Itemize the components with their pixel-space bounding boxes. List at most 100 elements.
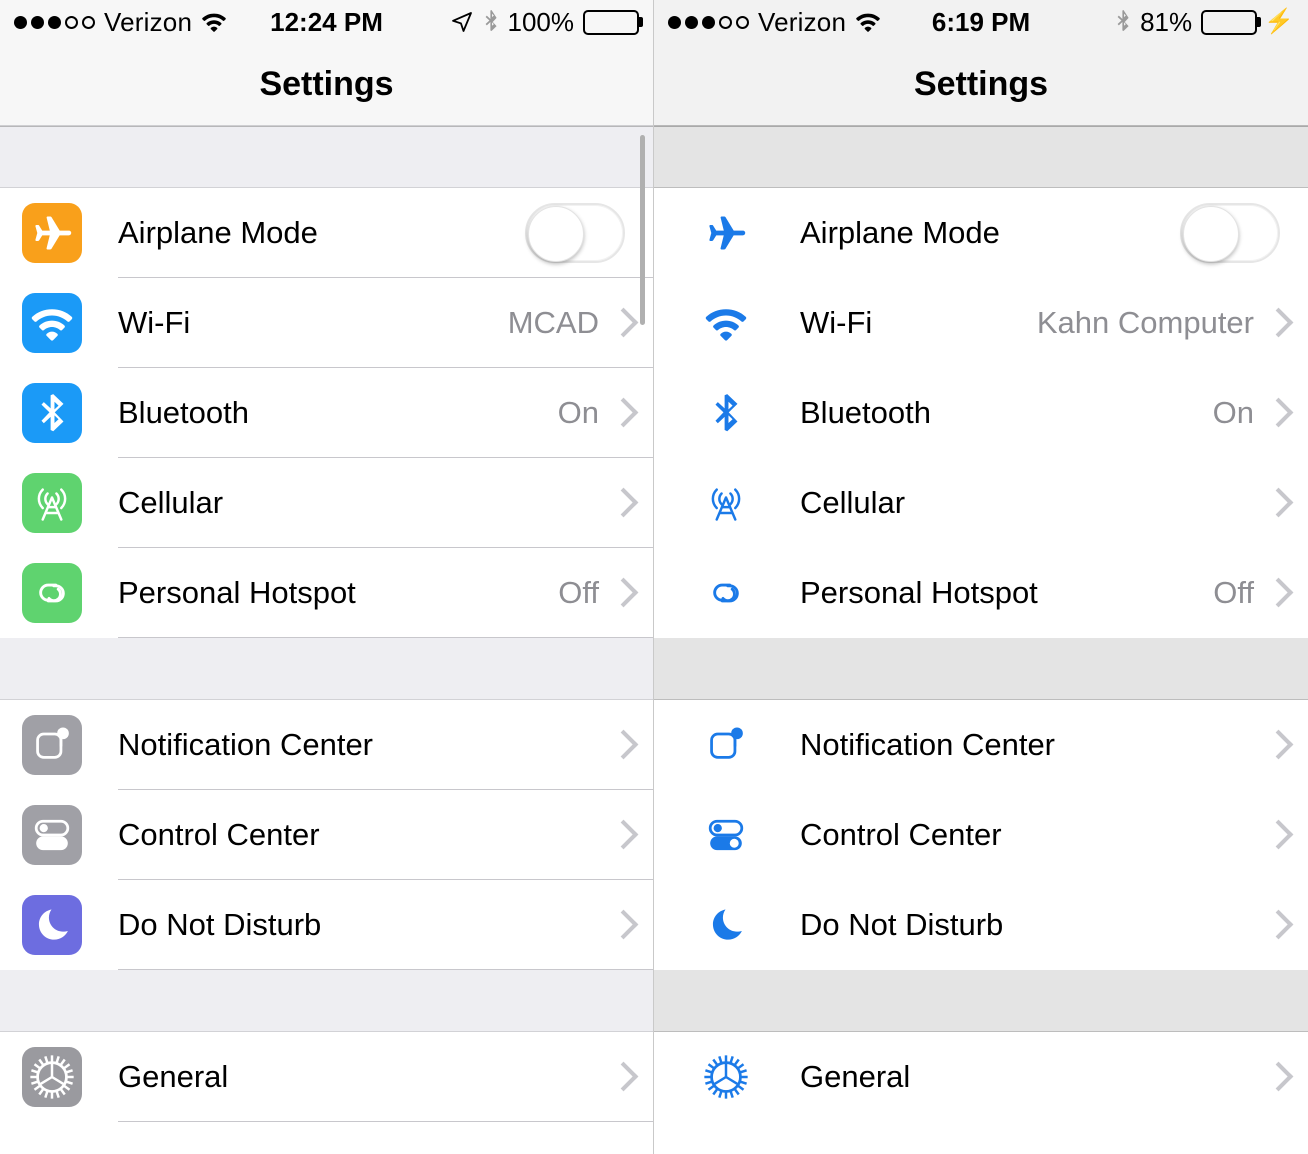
cellular-icon (22, 473, 82, 533)
signal-strength-dots (668, 15, 749, 29)
airplane-icon (684, 203, 768, 263)
settings-row-airplane-mode[interactable]: Airplane Mode (654, 188, 1308, 278)
carrier-name: Verizon (104, 6, 193, 37)
gear-icon (684, 1047, 768, 1107)
signal-dot-filled (48, 15, 61, 29)
hotspot-icon (684, 563, 768, 623)
chevron-right-icon (613, 489, 629, 517)
row-label: Notification Center (118, 727, 374, 762)
settings-row-control-center[interactable]: Control Center (654, 790, 1308, 880)
battery-icon (583, 9, 639, 35)
control-center-icon (684, 805, 768, 865)
gear-icon (22, 1047, 82, 1107)
row-label: Wi-Fi (118, 305, 191, 340)
row-label: Notification Center (800, 727, 1056, 762)
row-separator (118, 1121, 653, 1122)
wifi-status-icon (855, 12, 881, 32)
row-label: Do Not Disturb (118, 907, 322, 942)
bluetooth-status-icon (483, 9, 499, 35)
settings-group: Notification Center Control Center Do No… (654, 700, 1308, 970)
status-right: 81% ⚡ (1115, 7, 1294, 38)
battery-percent: 81% (1140, 6, 1193, 37)
group-separator (0, 970, 653, 1032)
chevron-right-icon (1268, 489, 1284, 517)
row-label: Personal Hotspot (118, 575, 356, 610)
chevron-right-icon (1268, 821, 1284, 849)
settings-row-general[interactable]: General (0, 1032, 653, 1122)
battery-percent: 100% (507, 6, 575, 37)
group-separator (654, 126, 1308, 188)
settings-group: Airplane Mode Wi-Fi Kahn Computer Blueto… (654, 188, 1308, 638)
signal-dot-filled (685, 15, 698, 29)
chevron-right-icon (1268, 579, 1284, 607)
bluetooth-icon (684, 383, 768, 443)
group-separator (654, 970, 1308, 1032)
status-bar: Verizon 12:24 PM 100% (0, 0, 653, 44)
signal-dot-empty (65, 15, 78, 29)
chevron-right-icon (613, 579, 629, 607)
status-bar: Verizon 6:19 PM 81% ⚡ (654, 0, 1308, 44)
vertical-scrollbar[interactable] (640, 135, 645, 325)
row-label: Do Not Disturb (800, 907, 1004, 942)
chevron-right-icon (613, 821, 629, 849)
settings-row-cellular[interactable]: Cellular (0, 458, 653, 548)
page-title: Settings (259, 65, 394, 103)
wifi-status-icon (201, 12, 227, 32)
row-label: General (800, 1059, 911, 1094)
signal-dot-filled (668, 15, 681, 29)
row-label: General (118, 1059, 229, 1094)
chevron-right-icon (613, 731, 629, 759)
row-label: Wi-Fi (800, 305, 873, 340)
signal-dot-filled (702, 15, 715, 29)
row-separator (118, 637, 653, 638)
airplane-mode-toggle[interactable] (1180, 203, 1280, 263)
chevron-right-icon (1268, 731, 1284, 759)
chevron-right-icon (1268, 911, 1284, 939)
row-value: Off (558, 575, 599, 610)
airplane-mode-toggle[interactable] (525, 203, 625, 263)
settings-row-do-not-disturb[interactable]: Do Not Disturb (0, 880, 653, 970)
settings-row-personal-hotspot[interactable]: Personal Hotspot Off (0, 548, 653, 638)
settings-row-notification-center[interactable]: Notification Center (0, 700, 653, 790)
moon-icon (22, 895, 82, 955)
navigation-bar: Settings (654, 44, 1308, 126)
settings-row-personal-hotspot[interactable]: Personal Hotspot Off (654, 548, 1308, 638)
signal-dot-empty (82, 15, 95, 29)
row-label: Cellular (118, 485, 224, 520)
status-left: Verizon (14, 7, 227, 38)
charging-bolt-icon: ⚡ (1264, 8, 1294, 35)
settings-row-cellular[interactable]: Cellular (654, 458, 1308, 548)
row-value: Off (1213, 575, 1254, 610)
settings-comparison: Verizon 12:24 PM 100% Settings Airplane … (0, 0, 1308, 1154)
chevron-right-icon (1268, 1063, 1284, 1091)
settings-row-wi-fi[interactable]: Wi-Fi MCAD (0, 278, 653, 368)
settings-group: General (654, 1032, 1308, 1122)
bluetooth-icon (22, 383, 82, 443)
row-value: On (557, 395, 599, 430)
settings-screen-right: Verizon 6:19 PM 81% ⚡ Settings Airplane … (654, 0, 1308, 1154)
settings-row-notification-center[interactable]: Notification Center (654, 700, 1308, 790)
notification-center-icon (684, 715, 768, 775)
row-separator (118, 969, 653, 970)
cellular-icon (684, 473, 768, 533)
group-separator (654, 638, 1308, 700)
settings-screen-left: Verizon 12:24 PM 100% Settings Airplane … (0, 0, 654, 1154)
toggle-knob (1183, 206, 1239, 262)
status-left: Verizon (668, 7, 881, 38)
settings-row-bluetooth[interactable]: Bluetooth On (654, 368, 1308, 458)
wifi-icon (684, 293, 768, 353)
carrier-name: Verizon (758, 6, 847, 37)
chevron-right-icon (613, 911, 629, 939)
row-value: Kahn Computer (1036, 305, 1254, 340)
settings-row-airplane-mode[interactable]: Airplane Mode (0, 188, 653, 278)
row-label: Airplane Mode (118, 215, 318, 250)
settings-row-bluetooth[interactable]: Bluetooth On (0, 368, 653, 458)
hotspot-icon (22, 563, 82, 623)
settings-row-wi-fi[interactable]: Wi-Fi Kahn Computer (654, 278, 1308, 368)
signal-dot-filled (14, 15, 27, 29)
settings-row-do-not-disturb[interactable]: Do Not Disturb (654, 880, 1308, 970)
control-center-icon (22, 805, 82, 865)
chevron-right-icon (613, 399, 629, 427)
settings-row-general[interactable]: General (654, 1032, 1308, 1122)
settings-row-control-center[interactable]: Control Center (0, 790, 653, 880)
